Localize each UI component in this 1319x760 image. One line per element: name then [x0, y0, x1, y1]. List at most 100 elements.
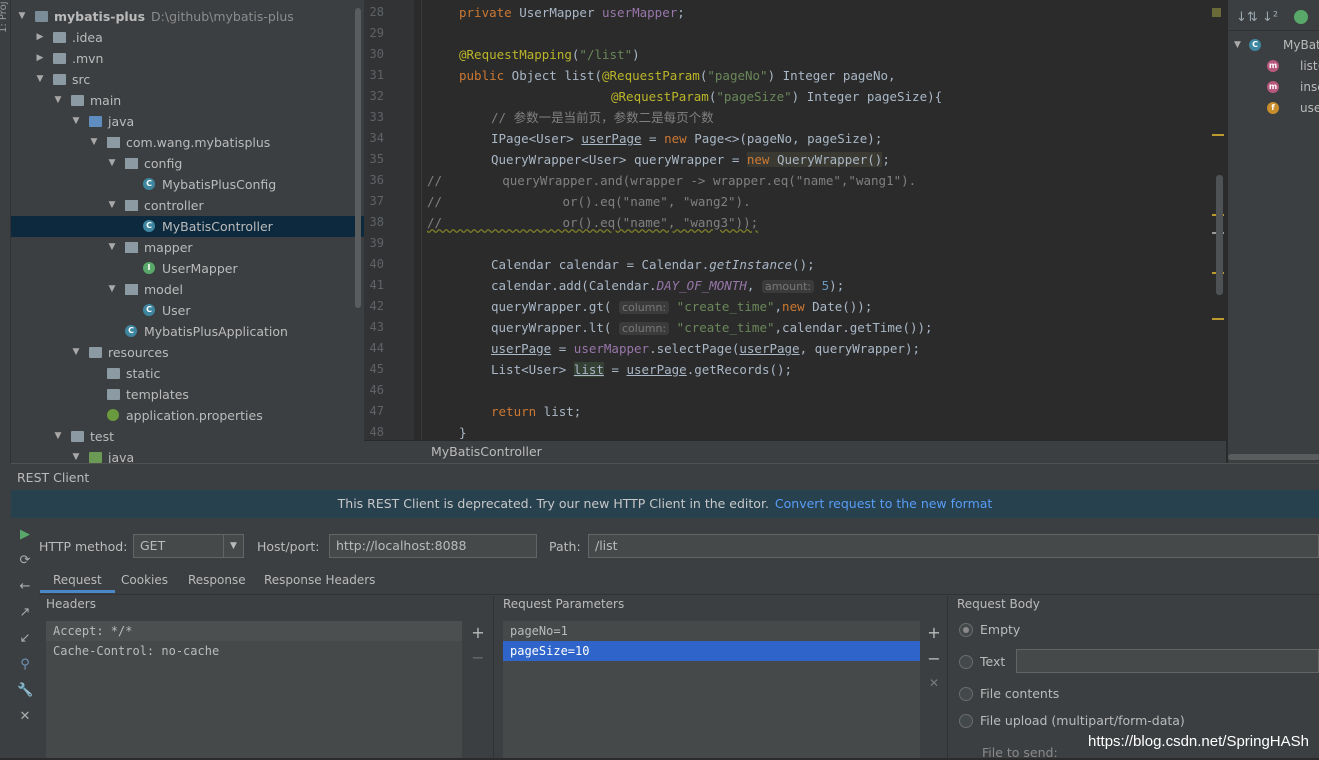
tree-item[interactable]: ▼ mapper	[11, 237, 364, 258]
tree-item[interactable]: ▼ main	[11, 90, 364, 111]
tree-item[interactable]: ▼ java	[11, 111, 364, 132]
clear-params-icon[interactable]: ✕	[927, 676, 941, 690]
folder-icon	[53, 53, 66, 64]
project-tree[interactable]: ▼ mybatis-plus D:\github\mybatis-plus ▶ .ide…	[11, 0, 364, 463]
chevron-down-icon[interactable]: ▼	[107, 153, 117, 174]
back-icon[interactable]: ←	[17, 579, 33, 595]
body-upload-radio[interactable]	[959, 714, 973, 728]
http-method-select[interactable]: GET ▼	[133, 534, 244, 558]
tab-request[interactable]: Request	[40, 567, 115, 593]
generate-icon[interactable]: ⚲	[17, 657, 33, 673]
tree-item[interactable]: static	[11, 363, 364, 384]
tree-item[interactable]: C MybatisPlusConfig	[11, 174, 364, 195]
chevron-down-icon[interactable]: ▼	[107, 279, 117, 300]
line-number: 28	[369, 5, 384, 19]
structure-item[interactable]: m list(	[1228, 56, 1319, 77]
line-number: 33	[369, 110, 384, 124]
chevron-down-icon[interactable]: ▼	[107, 237, 117, 258]
param-row[interactable]: pageNo=1	[503, 621, 920, 641]
tree-item[interactable]: application.properties	[11, 405, 364, 426]
settings-wrench-icon[interactable]: 🔧	[17, 683, 33, 699]
chevron-down-icon[interactable]: ▼	[53, 426, 63, 447]
tree-item-label: com.wang.mybatisplus	[126, 135, 271, 150]
tree-item[interactable]: ▶ .idea	[11, 27, 364, 48]
import-icon[interactable]: ↙	[17, 631, 33, 647]
chevron-down-icon[interactable]: ▼	[35, 69, 45, 90]
tree-item-label: .mvn	[72, 51, 104, 66]
tree-item[interactable]: ▼ config	[11, 153, 364, 174]
body-empty-radio[interactable]	[959, 623, 973, 637]
chevron-down-icon[interactable]: ▼	[89, 132, 99, 153]
export-icon[interactable]: ↗	[17, 605, 33, 621]
params-list[interactable]: pageNo=1 pageSize=10	[503, 621, 920, 758]
body-file-radio[interactable]	[959, 687, 973, 701]
sort-by-visibility-icon[interactable]: ↓⇅	[1236, 10, 1258, 25]
chevron-down-icon[interactable]: ▼	[71, 447, 81, 463]
line-number: 41	[369, 278, 384, 292]
tree-item[interactable]: ▼ resources	[11, 342, 364, 363]
sort-alpha-icon[interactable]: ↓²	[1262, 10, 1278, 25]
params-title: Request Parameters	[503, 597, 625, 611]
body-text-input[interactable]	[1016, 649, 1319, 673]
chevron-down-icon[interactable]: ▼	[223, 535, 243, 557]
tree-item[interactable]: C MybatisPlusApplication	[11, 321, 364, 342]
tree-item[interactable]: ▼ mybatis-plus D:\github\mybatis-plus	[11, 6, 364, 27]
tree-item[interactable]: ▼ src	[11, 69, 364, 90]
header-row[interactable]: Cache-Control: no-cache	[46, 641, 462, 661]
structure-item[interactable]: ▼ C MyBat	[1228, 35, 1319, 56]
chevron-down-icon[interactable]: ▼	[71, 342, 81, 363]
host-label: Host/port:	[257, 539, 320, 554]
chevron-down-icon[interactable]: ▼	[107, 195, 117, 216]
chevron-right-icon[interactable]: ▶	[35, 48, 45, 69]
editor-scrollbar[interactable]	[1216, 175, 1223, 295]
tree-item[interactable]: ▼ model	[11, 279, 364, 300]
body-text-radio[interactable]	[959, 655, 973, 669]
breadcrumb-class[interactable]: MyBatisController	[431, 444, 542, 459]
headers-list[interactable]: Accept: */* Cache-Control: no-cache	[46, 621, 462, 758]
code-editor[interactable]: private UserMapper userMapper; @RequestM…	[414, 0, 1210, 440]
tree-item[interactable]: ▶ .mvn	[11, 48, 364, 69]
add-header-icon[interactable]: +	[471, 623, 485, 642]
tab-response-headers[interactable]: Response Headers	[251, 567, 388, 593]
remove-param-icon[interactable]: −	[927, 649, 941, 668]
chevron-down-icon[interactable]: ▼	[17, 6, 27, 27]
close-icon[interactable]: ✕	[17, 709, 33, 725]
tree-item[interactable]: ▼ test	[11, 426, 364, 447]
add-param-icon[interactable]: +	[927, 623, 941, 642]
folder-icon	[53, 32, 66, 43]
tree-item[interactable]: ▼ com.wang.mybatisplus	[11, 132, 364, 153]
chevron-down-icon[interactable]: ▼	[71, 111, 81, 132]
tree-item[interactable]: templates	[11, 384, 364, 405]
tree-item[interactable]: I UserMapper	[11, 258, 364, 279]
header-row[interactable]: Accept: */*	[46, 621, 462, 641]
tree-item-label: MybatisPlusConfig	[162, 177, 277, 192]
tree-item[interactable]: ▼ java	[11, 447, 364, 463]
tree-item[interactable]: C MyBatisController	[11, 216, 364, 237]
code-line: @RequestParam("pageSize") Integer pageSi…	[611, 89, 943, 104]
structure-scrollbar[interactable]	[1228, 454, 1319, 460]
chevron-right-icon[interactable]: ▶	[35, 27, 45, 48]
run-icon[interactable]: ▶	[17, 527, 33, 543]
tab-response[interactable]: Response	[175, 567, 259, 593]
tree-item[interactable]: C User	[11, 300, 364, 321]
tree-item[interactable]: ▼ controller	[11, 195, 364, 216]
host-input[interactable]: http://localhost:8088	[329, 534, 537, 558]
structure-item[interactable]: m inse	[1228, 77, 1319, 98]
path-input[interactable]: /list	[588, 534, 1319, 558]
refresh-icon[interactable]: ⟳	[17, 553, 33, 569]
show-inherited-icon[interactable]	[1294, 10, 1308, 24]
chevron-down-icon[interactable]: ▼	[53, 90, 63, 111]
structure-item-label: list(	[1300, 59, 1319, 73]
chevron-down-icon[interactable]: ▼	[1234, 35, 1241, 56]
structure-item[interactable]: f user	[1228, 98, 1319, 119]
tree-scrollbar[interactable]	[355, 8, 361, 308]
remove-header-icon[interactable]: −	[471, 648, 485, 667]
param-row[interactable]: pageSize=10	[503, 641, 920, 661]
tab-cookies[interactable]: Cookies	[108, 567, 181, 593]
code-line: userPage = userMapper.selectPage(userPag…	[491, 341, 921, 356]
convert-request-link[interactable]: Convert request to the new format	[775, 496, 992, 511]
body-file-label: File contents	[980, 686, 1060, 701]
line-number: 29	[369, 26, 384, 40]
analysis-indicator[interactable]	[1212, 8, 1221, 17]
tree-item-label: java	[108, 450, 135, 463]
